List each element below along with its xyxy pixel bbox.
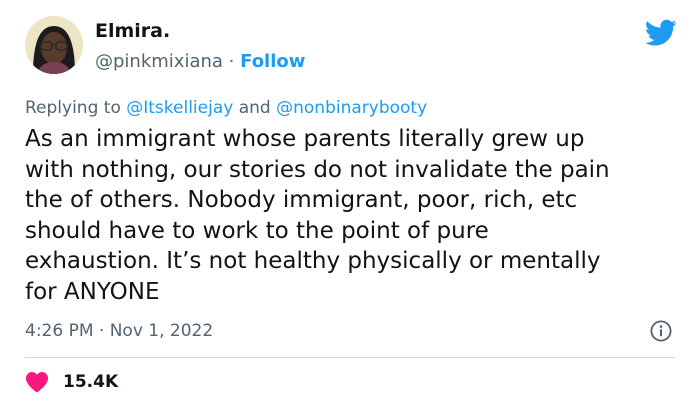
avatar-image — [25, 16, 83, 74]
reply-context: Replying to @Itskelliejay and @nonbinary… — [25, 98, 427, 118]
divider — [25, 357, 675, 358]
like-count: 15.4K — [63, 372, 119, 392]
reply-prefix: Replying to — [25, 98, 121, 118]
tweet-time[interactable]: 4:26 PM — [25, 321, 94, 341]
heart-icon[interactable] — [25, 371, 49, 393]
follow-button[interactable]: Follow — [240, 51, 305, 72]
separator: · — [228, 51, 235, 72]
avatar[interactable] — [25, 16, 83, 74]
twitter-bird-icon[interactable] — [645, 19, 677, 47]
author-meta: @pinkmixiana · Follow — [95, 51, 305, 72]
timestamp[interactable]: 4:26 PM · Nov 1, 2022 — [25, 321, 213, 341]
tweet-date[interactable]: Nov 1, 2022 — [110, 321, 213, 341]
author-handle[interactable]: @pinkmixiana — [95, 51, 223, 72]
mention-link[interactable]: @Itskelliejay — [126, 98, 233, 118]
like-action[interactable]: 15.4K — [25, 371, 118, 393]
tweet-text: As an immigrant whose parents literally … — [25, 126, 610, 305]
reply-conjunction: and — [238, 98, 271, 118]
separator: · — [98, 321, 105, 341]
mention-link[interactable]: @nonbinarybooty — [276, 98, 427, 118]
info-icon[interactable] — [650, 320, 672, 342]
author-name[interactable]: Elmira. — [95, 20, 170, 42]
